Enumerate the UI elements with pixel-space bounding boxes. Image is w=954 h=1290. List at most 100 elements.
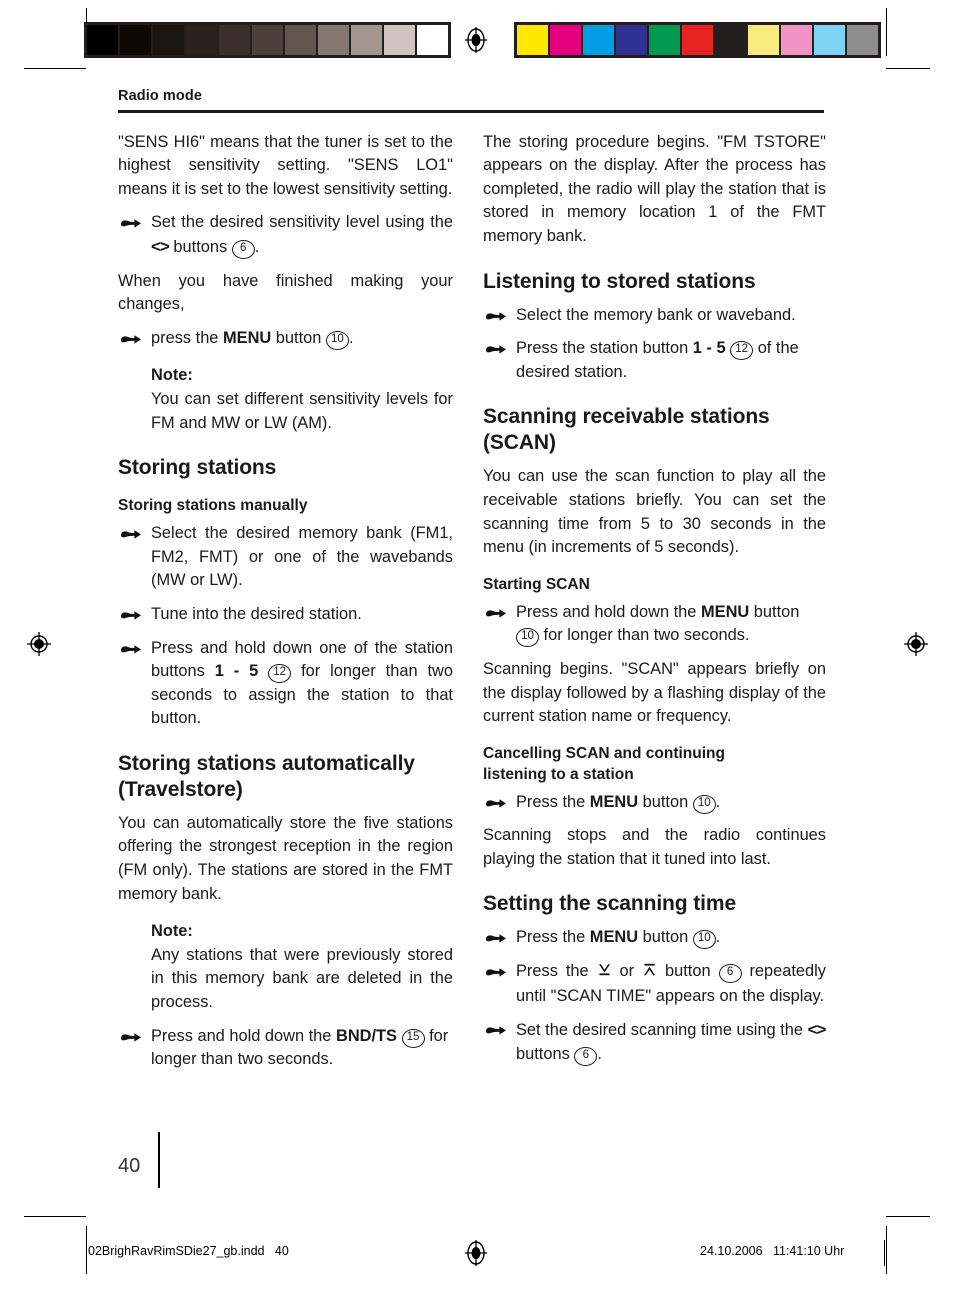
paragraph-storing-procedure: The storing procedure begins. "FM TSTORE… [483, 132, 826, 245]
button-name-stations: 1 - 5 [692, 339, 726, 358]
calibration-swatch [153, 25, 184, 55]
pointing-hand-icon [120, 217, 142, 230]
footer-crop-rule [884, 1240, 886, 1266]
pointing-hand-icon [485, 1024, 507, 1037]
calibration-swatch [318, 25, 349, 55]
step-text-pre: Press and hold down the [516, 602, 701, 621]
step-text-pre: Press the [516, 928, 590, 947]
step-text-mid: button [638, 928, 693, 947]
color-swatch-strip [514, 22, 881, 58]
folio-crop-rule [158, 1132, 160, 1188]
heading-line-1: Storing stations automatically [118, 751, 415, 775]
step-select-memory-bank: Select the desired memory bank (FM1, FM2… [118, 522, 453, 593]
reference-number: 6 [231, 239, 255, 259]
note-body: Any stations that were previously stored… [151, 945, 453, 1012]
section-heading-scan: Scanning receivable stations (SCAN) [483, 404, 826, 456]
pointing-hand-icon [485, 310, 507, 323]
running-head: Radio mode [118, 88, 202, 104]
pointing-hand-icon [485, 797, 507, 810]
paragraph-scanning-begins: Scanning begins. "SCAN" appears briefly … [483, 659, 826, 726]
step-press-menu-cancel: Press the MENU button 10. [483, 791, 826, 815]
step-text-pre: Set the desired scanning time using the [516, 1021, 808, 1040]
reference-number: 15 [401, 1028, 425, 1048]
calibration-swatch [616, 25, 647, 55]
paragraph-travelstore: You can automatically store the five sta… [118, 813, 453, 903]
calibration-swatch [87, 25, 118, 55]
calibration-swatch [715, 25, 746, 55]
step-text-post: . [348, 328, 354, 347]
calibration-swatch [351, 25, 382, 55]
calibration-swatch [417, 25, 448, 55]
step-set-scanning-time: Set the desired scanning time using the … [483, 1018, 826, 1066]
step-text-post: . [597, 1044, 602, 1063]
down-arrow-icon [597, 961, 612, 985]
calibration-swatch [682, 25, 713, 55]
step-text-pre: Press the [516, 792, 590, 811]
calibration-swatch [120, 25, 151, 55]
reference-number: 10 [692, 930, 716, 950]
step-text-mid: buttons [516, 1044, 575, 1063]
button-name-menu: MENU [589, 792, 639, 811]
footer-filename: 02BrighRavRimSDie27_gb.indd 40 [88, 1244, 289, 1258]
crop-mark-top-left-h [24, 68, 86, 70]
paragraph-scan-description: You can use the scan function to play al… [483, 467, 826, 557]
calibration-swatch [252, 25, 283, 55]
section-heading-travelstore: Storing stations automatically (Travelst… [118, 751, 453, 803]
pointing-hand-icon [120, 333, 142, 346]
section-heading-storing-stations: Storing stations [118, 456, 277, 480]
reference-number: 10 [692, 794, 716, 814]
subheading-cancelling-scan: Cancelling SCAN and continuing listening… [483, 743, 826, 785]
step-text-pre: Set the desired sensitivity level using … [151, 213, 453, 232]
calibration-swatch [219, 25, 250, 55]
step-text: Select the desired memory bank (FM1, FM2… [151, 524, 453, 590]
paragraph-scanning-stops: Scanning stops and the radio continues p… [483, 826, 826, 868]
reference-number: 12 [730, 341, 754, 361]
left-right-arrows-icon: <> [151, 236, 170, 256]
calibration-swatch [847, 25, 878, 55]
step-text-mid1: or [611, 962, 643, 981]
step-set-sensitivity: Set the desired sensitivity level using … [118, 211, 453, 259]
step-hold-menu-start-scan: Press and hold down the MENU button 10 f… [483, 601, 826, 648]
calibration-swatch [186, 25, 217, 55]
step-text-pre: Press the [516, 962, 597, 981]
step-press-station-button: Press the station button 1 - 5 12 of the… [483, 337, 826, 384]
pointing-hand-icon [485, 932, 507, 945]
paragraph-after-changes: When you have finished making your chang… [118, 271, 453, 314]
calibration-swatch [285, 25, 316, 55]
button-name-menu: MENU [700, 602, 750, 621]
crop-mark-top-right-h [886, 68, 930, 70]
two-column-layout: "SENS HI6" means that the tuner is set t… [110, 131, 844, 1082]
print-footer: 02BrighRavRimSDie27_gb.indd 40 24.10.200… [0, 1240, 954, 1266]
step-text-pre: Press the station button [516, 339, 693, 358]
button-name-menu: MENU [222, 328, 272, 347]
step-text-post: . [254, 237, 260, 256]
subheading-starting-scan: Starting SCAN [483, 575, 590, 593]
header-rule [118, 110, 824, 113]
step-text-mid: button [749, 602, 800, 621]
step-press-menu: press the MENU button 10. [118, 327, 453, 351]
grayscale-swatch-strip [84, 22, 451, 58]
button-name-menu: MENU [589, 928, 639, 947]
left-column: "SENS HI6" means that the tuner is set t… [118, 131, 461, 1082]
paragraph-sens-explanation: "SENS HI6" means that the tuner is set t… [118, 132, 453, 198]
pointing-hand-icon [485, 966, 507, 979]
crop-mark-bottom-right-h [886, 1216, 930, 1218]
heading-line-2: (Travelstore) [118, 777, 243, 801]
heading-line-2: (SCAN) [483, 431, 556, 455]
step-text-mid: button [638, 792, 693, 811]
step-text-post: . [715, 792, 721, 811]
page-content: Radio mode "SENS HI6" means that the tun… [110, 88, 844, 1188]
step-text-post: . [715, 928, 721, 947]
pointing-hand-icon [485, 343, 507, 356]
step-text-pre: Press and hold down the [151, 1026, 336, 1045]
footer-timestamp: 24.10.2006 11:41:10 Uhr [700, 1244, 845, 1258]
step-press-up-down-scan-time: Press the or button 6 repeatedly until "… [483, 960, 826, 1008]
registration-target-icon-right [903, 631, 929, 657]
reference-number: 12 [268, 664, 292, 684]
pointing-hand-icon [120, 1031, 142, 1044]
step-hold-station-button: Press and hold down one of the station b… [118, 637, 453, 731]
registration-target-icon-left [26, 631, 52, 657]
right-column: The storing procedure begins. "FM TSTORE… [483, 131, 826, 1082]
left-right-arrows-icon: <> [807, 1020, 827, 1040]
note-label: Note: [151, 922, 193, 941]
